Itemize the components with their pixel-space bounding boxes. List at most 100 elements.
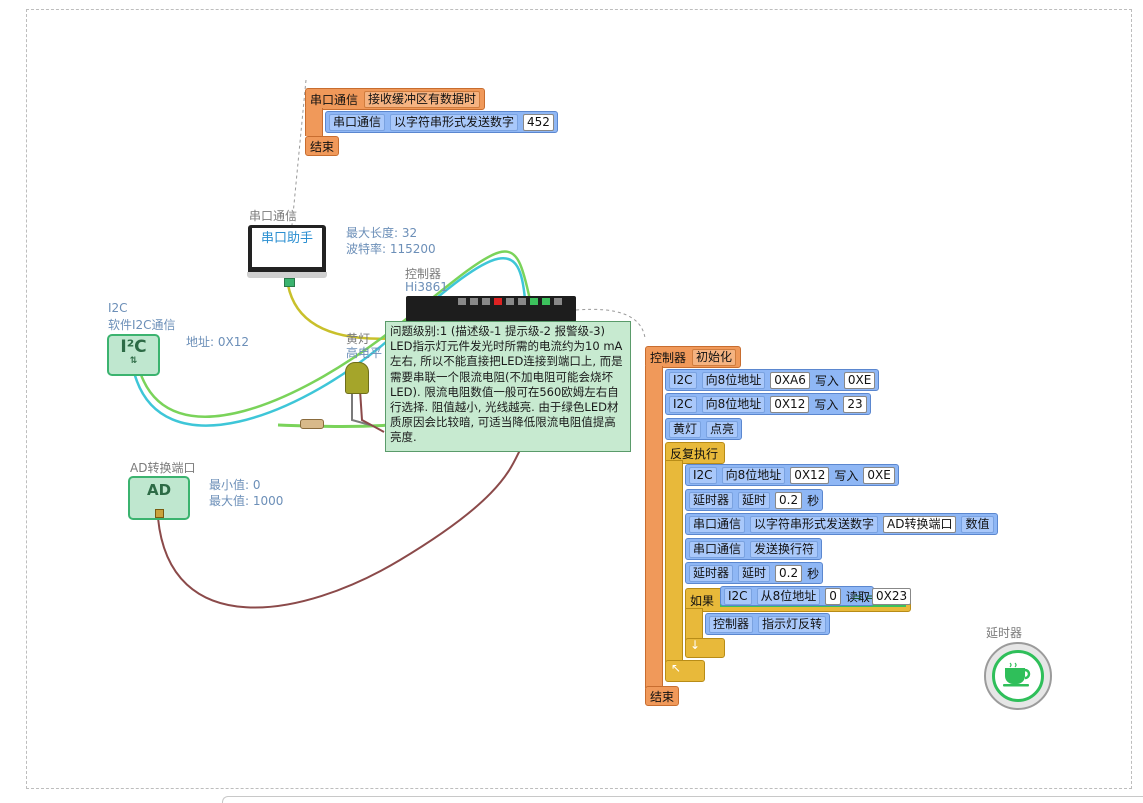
- i2c-write-block-3[interactable]: I2C 向8位地址 0X12 写入 0XE: [685, 464, 899, 486]
- hat-event-label: 初始化: [692, 348, 737, 366]
- board-pin: [506, 298, 514, 305]
- block-action: 向8位地址: [721, 466, 786, 484]
- delay-block-2[interactable]: 延时器 延时 0.2 秒: [685, 562, 824, 584]
- board-pin: [542, 298, 550, 305]
- block-object: I2C: [669, 371, 697, 389]
- block-action: 以字符串形式发送数字: [750, 515, 879, 533]
- block-action: 点亮: [706, 420, 739, 438]
- teacup-icon: [1003, 662, 1031, 687]
- serial-newline-block[interactable]: 串口通信 发送换行符: [685, 538, 823, 560]
- yellow-led-icon[interactable]: [345, 362, 369, 394]
- block-object: 延时器: [689, 564, 734, 582]
- i2c-device-subtitle: 软件I2C通信: [108, 318, 176, 332]
- i2c-glyph: I²C: [120, 337, 147, 357]
- i2c-device-title: I2C: [108, 301, 128, 315]
- serial-baud-rate: 波特率: 115200: [346, 242, 436, 256]
- controller-init-hat[interactable]: 控制器 初始化: [645, 346, 742, 368]
- toggle-led-block[interactable]: 控制器 指示灯反转: [705, 613, 831, 635]
- block-object: I2C: [669, 395, 697, 413]
- block-keyword: 写入: [834, 468, 859, 483]
- delay-input[interactable]: 0.2: [775, 491, 803, 509]
- serial-wire: [286, 284, 401, 340]
- block-action: 以字符串形式发送数字: [390, 113, 519, 131]
- ad-max-value: 最大值: 1000: [209, 494, 284, 508]
- serial-send-ad-block[interactable]: 串口通信 以字符串形式发送数字 AD转换端口 数值: [685, 513, 998, 535]
- address-input[interactable]: 0X12: [790, 466, 830, 484]
- if-label: 如果: [690, 594, 715, 608]
- led-level: 高电平: [346, 346, 383, 360]
- serial-device-title: 串口通信: [249, 209, 298, 223]
- block-action: 向8位地址: [701, 395, 766, 413]
- if-arrow-icon: ↓: [690, 638, 701, 652]
- timer-device[interactable]: [984, 642, 1052, 710]
- end-block[interactable]: 结束: [305, 136, 340, 156]
- ad-source-property[interactable]: 数值: [961, 515, 994, 533]
- end-block[interactable]: 结束: [645, 686, 680, 706]
- hat-object-label: 控制器: [650, 350, 687, 365]
- delay-block-1[interactable]: 延时器 延时 0.2 秒: [685, 489, 824, 511]
- address-input[interactable]: 0: [825, 587, 841, 605]
- ad-glyph: AD: [146, 481, 172, 499]
- serial-assistant-screen: 串口助手: [252, 228, 322, 267]
- value-input[interactable]: 0XE: [843, 371, 876, 389]
- block-keyword: 写入: [814, 373, 839, 388]
- ad-source-object[interactable]: AD转换端口: [883, 515, 957, 533]
- block-object: 串口通信: [689, 515, 746, 533]
- block-keyword: 写入: [814, 397, 839, 412]
- timer-title: 延时器: [986, 626, 1023, 640]
- hat-event-label: 接收缓冲区有数据时: [364, 90, 481, 108]
- block-object: 控制器: [709, 615, 754, 633]
- serial-send-block[interactable]: 串口通信 以字符串形式发送数字 452: [325, 111, 558, 133]
- hat-body-bar: [305, 108, 323, 136]
- led-on-block[interactable]: 黄灯 点亮: [665, 418, 743, 440]
- resistor-icon[interactable]: [300, 419, 324, 429]
- board-pin: [494, 298, 502, 305]
- ad-wire: [157, 449, 521, 609]
- serial-hat-link: [291, 79, 307, 226]
- serial-event-hat[interactable]: 串口通信 接收缓冲区有数据时: [305, 88, 486, 110]
- compare-value-input[interactable]: 0X23: [872, 588, 912, 605]
- address-input[interactable]: 0XA6: [770, 371, 810, 389]
- warning-tooltip: 问题级别:1 (描述级-1 提示级-2 报警级-3) LED指示灯元件发光时所需…: [385, 321, 631, 452]
- delay-input[interactable]: 0.2: [775, 564, 803, 582]
- i2c-write-block-2[interactable]: I2C 向8位地址 0X12 写入 23: [665, 393, 871, 415]
- board-pin: [458, 298, 466, 305]
- ad-device-title: AD转换端口: [130, 461, 196, 475]
- value-input[interactable]: 23: [843, 395, 867, 413]
- loop-body-bar: [665, 460, 683, 664]
- value-input[interactable]: 452: [523, 113, 554, 131]
- block-object: I2C: [689, 466, 717, 484]
- init-body-bar: [645, 366, 663, 688]
- i2c-write-block-1[interactable]: I2C 向8位地址 0XA6 写入 0XE: [665, 369, 880, 391]
- hat-object-label: 串口通信: [310, 92, 359, 107]
- monitor-icon[interactable]: 串口助手: [247, 225, 327, 278]
- board-pin: [530, 298, 538, 305]
- serial-max-length: 最大长度: 32: [346, 226, 418, 240]
- block-object: I2C: [724, 587, 752, 605]
- block-object: 延时器: [689, 491, 734, 509]
- unit-label: 秒: [807, 566, 820, 581]
- controller-model: Hi3861: [405, 280, 448, 294]
- i2c-icon[interactable]: I²C ⇅: [107, 334, 160, 376]
- block-action: 发送换行符: [750, 540, 819, 558]
- block-action: 向8位地址: [701, 371, 766, 389]
- block-action: 延时: [738, 491, 771, 509]
- address-input[interactable]: 0X12: [770, 395, 810, 413]
- block-object: 黄灯: [669, 420, 702, 438]
- i2c-arrows-icon: ⇅: [129, 356, 138, 366]
- unit-label: 秒: [807, 493, 820, 508]
- board-pin: [518, 298, 526, 305]
- serial-port-pin[interactable]: [284, 278, 295, 287]
- loop-arrow-icon: ↖: [671, 661, 682, 675]
- block-object: 串口通信: [329, 113, 386, 131]
- value-input[interactable]: 0XE: [863, 466, 895, 484]
- ad-port-pin[interactable]: [155, 509, 164, 518]
- hi3861-board[interactable]: [406, 296, 576, 322]
- ad-min-value: 最小值: 0: [209, 478, 261, 492]
- block-action: 从8位地址: [756, 587, 821, 605]
- board-pin: [482, 298, 490, 305]
- block-object: 串口通信: [689, 540, 746, 558]
- block-action: 指示灯反转: [758, 615, 827, 633]
- i2c-read-block[interactable]: I2C 从8位地址 0 读取: [720, 586, 874, 606]
- block-action: 延时: [738, 564, 771, 582]
